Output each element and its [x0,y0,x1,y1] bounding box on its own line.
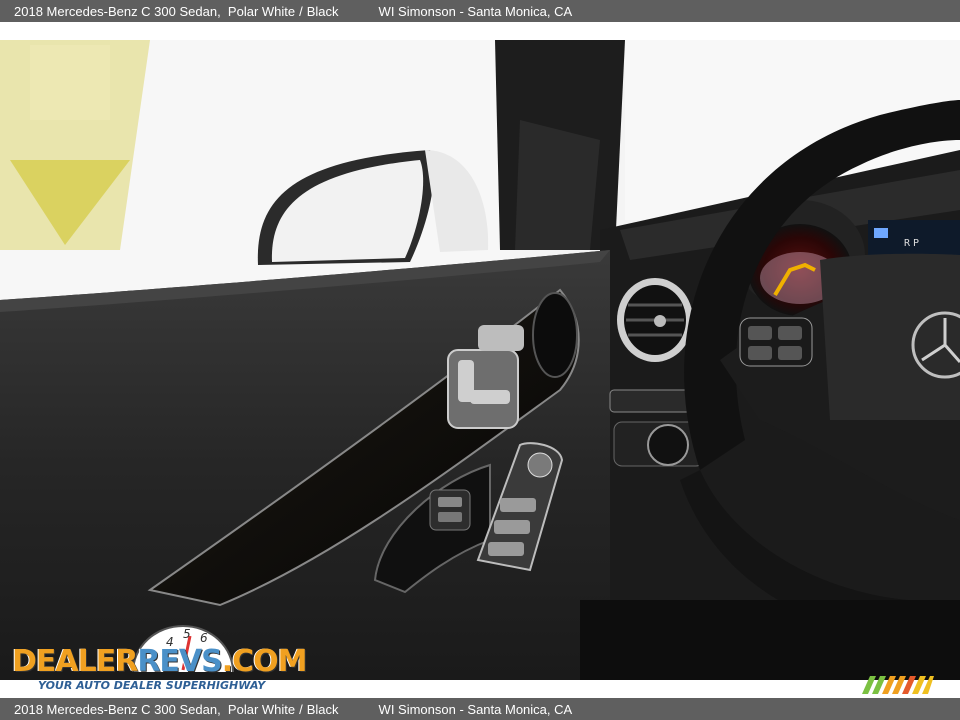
brand-part-revs: REVS [137,644,222,679]
lock-switch-icon[interactable] [429,489,471,531]
svg-text:R: R [904,238,911,249]
caption-bar-top: 2018 Mercedes-Benz C 300 Sedan, Polar Wh… [0,0,960,22]
exterior-color: Polar White [227,3,296,19]
svg-text:5: 5 [183,627,191,641]
dealer-location: WI Simonson - Santa Monica, CA [378,3,573,19]
exterior-color-bottom: Polar White [227,701,296,717]
air-vent-icon[interactable] [617,278,693,362]
vehicle-interior-photo: R P [0,40,960,680]
color-separator-bottom: / [299,701,303,717]
svg-text:P: P [913,238,919,249]
speaker-grille [532,292,578,378]
dealer-location-bottom: WI Simonson - Santa Monica, CA [378,701,573,717]
interior-color: Black [306,3,339,19]
dealerrevs-tagline: YOUR AUTO DEALER SUPERHIGHWAY [38,679,266,692]
brand-part-dealer: DEALER [12,644,138,679]
brand-part-com: .COM [221,644,308,679]
vehicle-title-bottom: 2018 Mercedes-Benz C 300 Sedan, [14,701,221,717]
dealerrevs-watermark: 4 5 6 DEALERREVS.COM YOUR AUTO DEALER SU… [10,624,308,696]
color-separator: / [299,3,303,19]
svg-text:6: 6 [200,631,208,645]
interior-color-bottom: Black [306,701,339,717]
dealerrevs-brand: DEALERREVS.COM [12,644,308,679]
highway-stripes-logo-icon [862,676,934,694]
vehicle-title: 2018 Mercedes-Benz C 300 Sedan, [14,3,221,19]
caption-bar-bottom: 2018 Mercedes-Benz C 300 Sedan, Polar Wh… [0,698,960,720]
